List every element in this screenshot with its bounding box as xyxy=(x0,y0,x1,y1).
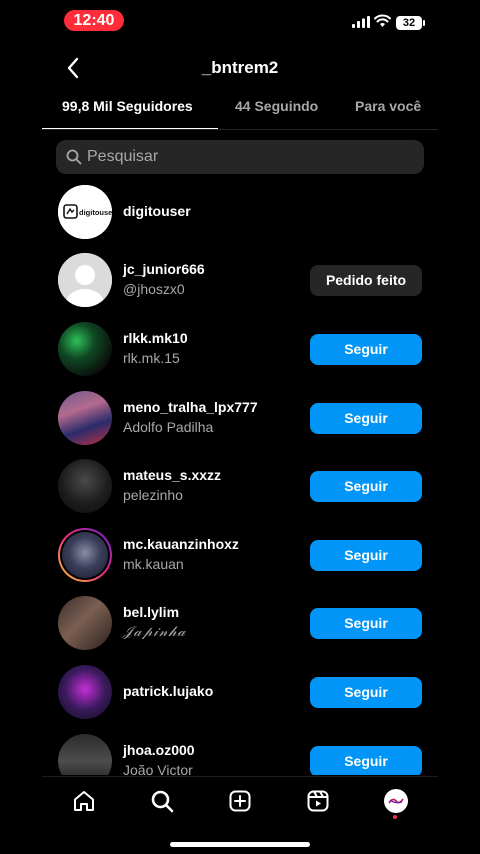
search-icon xyxy=(151,790,174,813)
username[interactable]: patrick.lujako xyxy=(123,683,213,699)
username[interactable]: rlkk.mk10 xyxy=(123,330,188,346)
search-bar[interactable] xyxy=(56,140,424,174)
battery-indicator: 32 xyxy=(396,16,425,30)
list-item[interactable]: jc_junior666 @jhoszx0 Pedido feito xyxy=(56,248,424,312)
tab-following[interactable]: 44 Seguindo xyxy=(235,98,318,114)
full-name: rlk.mk.15 xyxy=(123,350,180,366)
follow-button[interactable]: Seguir xyxy=(310,608,422,639)
user-names: patrick.lujako xyxy=(123,683,213,699)
reels-icon xyxy=(307,790,329,812)
follow-button[interactable]: Seguir xyxy=(310,746,422,775)
full-name: Adolfo Padilha xyxy=(123,419,214,435)
nav-search[interactable] xyxy=(148,787,176,815)
username[interactable]: mateus_s.xxzz xyxy=(123,467,221,483)
list-item[interactable]: mateus_s.xxzz pelezinho Seguir xyxy=(56,454,424,518)
status-bar: 12:40 32 xyxy=(0,0,480,40)
search-input[interactable] xyxy=(87,140,407,174)
avatar[interactable] xyxy=(58,322,112,376)
user-names: jc_junior666 @jhoszx0 xyxy=(123,261,205,297)
page-title: _bntrem2 xyxy=(201,58,279,77)
home-icon xyxy=(74,791,94,811)
notification-dot xyxy=(393,815,397,819)
avatar[interactable] xyxy=(58,459,112,513)
full-name: mk.kauan xyxy=(123,556,184,572)
create-post-icon xyxy=(229,790,251,812)
follow-button[interactable]: Seguir xyxy=(310,403,422,434)
list-item[interactable]: digitouser digitouser xyxy=(56,180,424,244)
tab-for-you[interactable]: Para você xyxy=(355,98,421,114)
status-time: 12:40 xyxy=(64,10,124,31)
full-name: pelezinho xyxy=(123,487,183,503)
nav-profile[interactable] xyxy=(382,787,410,815)
user-names: rlkk.mk10 rlk.mk.15 xyxy=(123,330,188,366)
divider xyxy=(42,129,438,130)
tab-bar: 99,8 Mil Seguidores 44 Seguindo Para voc… xyxy=(42,98,438,130)
list-item[interactable]: bel.lylim 𝒥𝒶𝓅𝒾𝓃𝒽𝒶 Seguir xyxy=(56,591,424,655)
bottom-nav xyxy=(42,776,438,822)
full-name: 𝒥𝒶𝓅𝒾𝓃𝒽𝒶 xyxy=(123,624,187,640)
avatar[interactable]: digitouser xyxy=(58,185,112,239)
home-indicator xyxy=(170,842,310,847)
nav-create[interactable] xyxy=(226,787,254,815)
list-item[interactable]: meno_tralha_lpx777 Adolfo Padilha Seguir xyxy=(56,386,424,450)
user-names: meno_tralha_lpx777 Adolfo Padilha xyxy=(123,399,258,435)
follow-button[interactable]: Seguir xyxy=(310,540,422,571)
user-names: mateus_s.xxzz pelezinho xyxy=(123,467,221,503)
svg-text:digitouser: digitouser xyxy=(79,208,112,217)
tab-followers[interactable]: 99,8 Mil Seguidores xyxy=(62,98,193,114)
full-name: @jhoszx0 xyxy=(123,281,185,297)
list-item[interactable]: jhoa.oz000 João Victor Seguir xyxy=(56,729,424,775)
search-icon xyxy=(66,149,82,165)
follow-button[interactable]: Seguir xyxy=(310,471,422,502)
follow-button[interactable]: Seguir xyxy=(310,334,422,365)
digitouser-logo-icon: digitouser xyxy=(58,185,112,239)
username[interactable]: bel.lylim xyxy=(123,604,186,620)
username[interactable]: meno_tralha_lpx777 xyxy=(123,399,258,415)
requested-button[interactable]: Pedido feito xyxy=(310,265,422,296)
nav-home[interactable] xyxy=(70,787,98,815)
nav-reels[interactable] xyxy=(304,787,332,815)
default-avatar-icon xyxy=(58,253,112,307)
user-names: mc.kauanzinhoxz mk.kauan xyxy=(123,536,239,572)
cellular-signal-icon xyxy=(352,16,370,28)
user-names: jhoa.oz000 João Victor xyxy=(123,742,195,775)
header: _bntrem2 xyxy=(0,48,480,88)
user-names: digitouser xyxy=(123,203,191,219)
username[interactable]: digitouser xyxy=(123,203,191,219)
avatar-with-story[interactable] xyxy=(58,528,112,582)
user-names: bel.lylim 𝒥𝒶𝓅𝒾𝓃𝒽𝒶 xyxy=(123,604,186,640)
avatar[interactable] xyxy=(58,391,112,445)
follower-list: digitouser digitouser jc_junior666 @jhos… xyxy=(0,180,480,775)
avatar[interactable] xyxy=(58,596,112,650)
list-item[interactable]: mc.kauanzinhoxz mk.kauan Seguir xyxy=(56,523,424,587)
follow-button[interactable]: Seguir xyxy=(310,677,422,708)
username[interactable]: jhoa.oz000 xyxy=(123,742,195,758)
full-name: João Victor xyxy=(123,762,193,775)
username[interactable]: mc.kauanzinhoxz xyxy=(123,536,239,552)
avatar[interactable] xyxy=(58,665,112,719)
wifi-icon xyxy=(374,14,391,27)
username[interactable]: jc_junior666 xyxy=(123,261,205,277)
avatar[interactable] xyxy=(58,734,112,775)
avatar[interactable] xyxy=(58,253,112,307)
list-item[interactable]: patrick.lujako Seguir xyxy=(56,660,424,724)
list-item[interactable]: rlkk.mk10 rlk.mk.15 Seguir xyxy=(56,317,424,381)
profile-avatar-icon xyxy=(384,789,408,813)
